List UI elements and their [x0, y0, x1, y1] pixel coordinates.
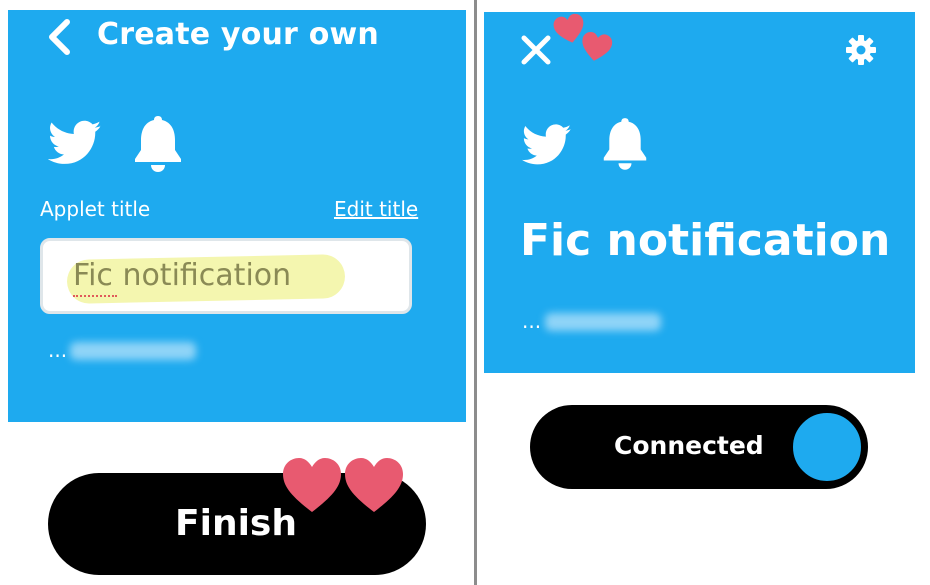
heart-icon: [281, 456, 343, 518]
twitter-icon: [48, 120, 102, 166]
heart-icon: [577, 29, 614, 68]
applet-title-input-value: Fic notification: [73, 258, 292, 293]
byline-prefix: ...: [522, 309, 542, 333]
bell-icon: [132, 114, 184, 172]
close-icon[interactable]: [520, 34, 552, 66]
heart-icon: [343, 456, 405, 518]
applet-title: Fic notification: [520, 215, 891, 266]
applet-title-input[interactable]: Fic notification: [40, 238, 412, 314]
byline-prefix: ...: [48, 338, 68, 362]
chevron-left-icon[interactable]: [38, 14, 78, 60]
blurred-username: [545, 313, 661, 331]
edit-title-link[interactable]: Edit title: [334, 197, 418, 221]
toggle-knob[interactable]: [791, 411, 863, 483]
applet-title-label: Applet title: [40, 197, 151, 221]
gear-icon[interactable]: [845, 34, 877, 66]
spellcheck-underline: [73, 295, 117, 297]
page-title: Create your own: [97, 17, 379, 52]
bell-icon: [601, 116, 649, 170]
screen-divider: [474, 0, 477, 585]
twitter-icon: [522, 124, 572, 166]
finish-button-label: Finish: [175, 502, 297, 544]
blurred-username: [70, 342, 196, 360]
connected-toggle-label: Connected: [614, 431, 764, 460]
connected-toggle[interactable]: Connected: [530, 405, 868, 489]
